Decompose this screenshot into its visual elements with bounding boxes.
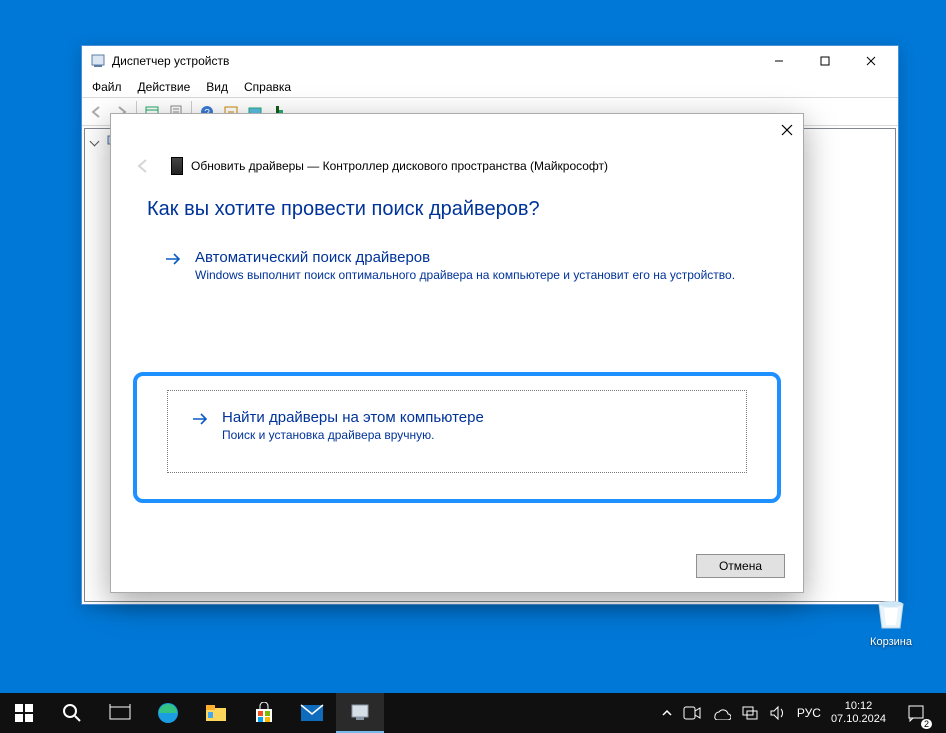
- taskbar-device-manager[interactable]: [336, 693, 384, 733]
- device-icon: [171, 157, 183, 175]
- dialog-question: Как вы хотите провести поиск драйверов?: [111, 188, 803, 241]
- desktop-recycle-bin[interactable]: Корзина: [854, 592, 928, 648]
- system-tray: РУС 10:12 07.10.2024 2: [651, 693, 946, 733]
- search-button[interactable]: [48, 693, 96, 733]
- arrow-right-icon: [190, 409, 210, 429]
- dialog-header: Обновить драйверы — Контроллер дискового…: [111, 114, 803, 188]
- toolbar-back-button[interactable]: [86, 101, 108, 123]
- option-auto-title: Автоматический поиск драйверов: [195, 249, 735, 266]
- dialog-footer: Отмена: [696, 554, 785, 578]
- tray-overflow-button[interactable]: [661, 707, 673, 719]
- option-manual-search-highlight: Найти драйверы на этом компьютере Поиск …: [133, 372, 781, 503]
- arrow-right-icon: [163, 249, 183, 269]
- tray-notifications-button[interactable]: 2: [896, 693, 936, 733]
- tray-notifications-count: 2: [921, 719, 932, 729]
- dialog-header-text: Обновить драйверы — Контроллер дискового…: [191, 159, 608, 173]
- tray-date: 07.10.2024: [831, 713, 886, 726]
- start-button[interactable]: [0, 693, 48, 733]
- recycle-bin-icon: [871, 592, 911, 632]
- tray-meet-now-icon[interactable]: [683, 706, 701, 720]
- menu-help[interactable]: Справка: [236, 78, 299, 96]
- dialog-close-button[interactable]: [777, 120, 797, 140]
- tray-language[interactable]: РУС: [797, 706, 821, 720]
- option-manual-subtitle: Поиск и установка драйвера вручную.: [222, 428, 484, 442]
- tree-caret-icon: [90, 136, 100, 146]
- taskbar: РУС 10:12 07.10.2024 2: [0, 693, 946, 733]
- maximize-button[interactable]: [802, 46, 848, 76]
- taskbar-mail[interactable]: [288, 693, 336, 733]
- tray-network-icon[interactable]: [741, 705, 759, 721]
- menu-view[interactable]: Вид: [198, 78, 236, 96]
- task-view-button[interactable]: [96, 693, 144, 733]
- menu-file[interactable]: Файл: [84, 78, 130, 96]
- menu-action[interactable]: Действие: [130, 78, 199, 96]
- tray-volume-icon[interactable]: [769, 705, 787, 721]
- taskbar-store[interactable]: [240, 693, 288, 733]
- menu-bar: Файл Действие Вид Справка: [82, 76, 898, 98]
- tray-onedrive-icon[interactable]: [711, 706, 731, 720]
- window-title: Диспетчер устройств: [112, 54, 756, 68]
- device-manager-icon: [90, 53, 106, 69]
- cancel-button[interactable]: Отмена: [696, 554, 785, 578]
- taskbar-file-explorer[interactable]: [192, 693, 240, 733]
- tray-time: 10:12: [831, 700, 886, 713]
- taskbar-edge[interactable]: [144, 693, 192, 733]
- window-titlebar[interactable]: Диспетчер устройств: [82, 46, 898, 76]
- minimize-button[interactable]: [756, 46, 802, 76]
- update-driver-dialog: Обновить драйверы — Контроллер дискового…: [110, 113, 804, 593]
- option-manual-search[interactable]: Найти драйверы на этом компьютере Поиск …: [167, 390, 747, 473]
- dialog-back-button[interactable]: [131, 154, 155, 178]
- option-auto-subtitle: Windows выполнит поиск оптимального драй…: [195, 268, 735, 282]
- close-window-button[interactable]: [848, 46, 894, 76]
- desktop-recycle-bin-label: Корзина: [854, 636, 928, 648]
- tray-clock[interactable]: 10:12 07.10.2024: [831, 700, 886, 725]
- option-manual-title: Найти драйверы на этом компьютере: [222, 409, 484, 426]
- option-auto-search[interactable]: Автоматический поиск драйверов Windows в…: [111, 241, 803, 290]
